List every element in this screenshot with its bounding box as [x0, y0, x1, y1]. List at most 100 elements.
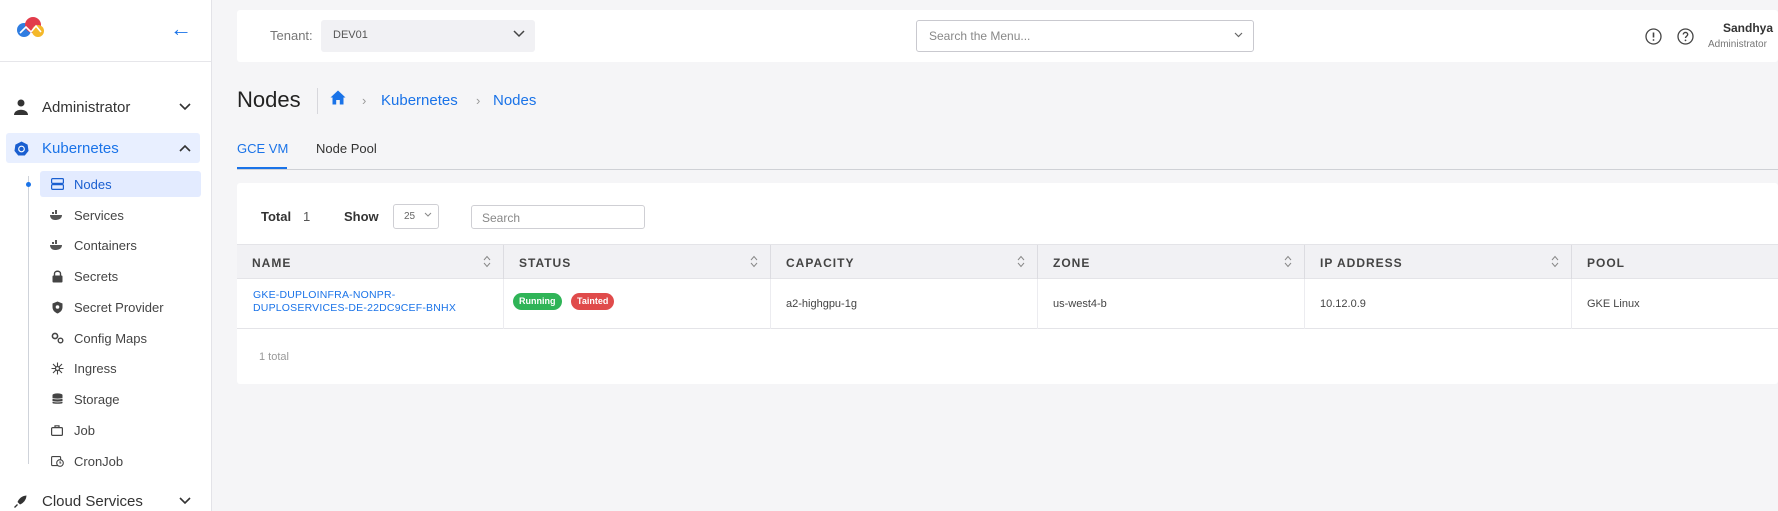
sidebar-item-label: CronJob [74, 453, 124, 469]
capacity-value: a2-highgpu-1g [786, 298, 857, 310]
sidebar-item-services[interactable]: Services [40, 202, 201, 228]
sidebar: ← Administrator Kubernetes Nodes Service… [0, 0, 212, 511]
cell-zone: us-west4-b [1038, 279, 1305, 329]
column-header-ip-address[interactable]: IP ADDRESS [1305, 245, 1572, 280]
column-header-name[interactable]: NAME [237, 245, 504, 280]
column-label: CAPACITY [786, 256, 855, 270]
sidebar-item-storage[interactable]: Storage [40, 386, 201, 412]
tabs-divider [237, 169, 1778, 170]
chevron-down-icon [1234, 32, 1243, 38]
cell-capacity: a2-highgpu-1g [771, 279, 1038, 329]
sort-icon[interactable] [483, 255, 491, 268]
column-label: POOL [1587, 256, 1626, 270]
tenant-value: DEV01 [333, 29, 368, 41]
user-name[interactable]: Sandhya [1723, 21, 1773, 35]
zone-value: us-west4-b [1053, 298, 1107, 310]
node-name-link[interactable]: GKE-DUPLOINFRA-NONPR-DUPLOSERVICES-DE-22… [253, 289, 483, 315]
title-divider [317, 88, 318, 114]
sidebar-item-cloud-services[interactable]: Cloud Services [6, 486, 200, 511]
sort-icon[interactable] [1551, 255, 1559, 268]
calendar-clock-icon [40, 455, 64, 467]
show-label: Show [344, 209, 379, 224]
rocket-icon [6, 495, 34, 508]
page-size-value: 25 [404, 211, 416, 222]
tenant-select[interactable]: DEV01 [321, 20, 535, 52]
breadcrumb-separator-icon: › [476, 93, 481, 108]
sidebar-item-label: Containers [74, 237, 137, 253]
breadcrumb-separator-icon: › [362, 93, 367, 108]
cell-pool: GKE Linux [1572, 279, 1778, 329]
sidebar-item-ingress[interactable]: Ingress [40, 355, 201, 381]
status-badge-tainted[interactable]: Tainted [571, 293, 615, 310]
page-title: Nodes [237, 87, 301, 112]
table-header: NAME STATUS CAPACITY ZONE IP ADDRESS POO… [237, 244, 1778, 280]
total-value: 1 [303, 209, 311, 224]
sidebar-item-secret-provider[interactable]: Secret Provider [40, 294, 201, 320]
table-row: GKE-DUPLOINFRA-NONPR-DUPLOSERVICES-DE-22… [237, 279, 1778, 329]
shield-icon [40, 301, 64, 314]
sidebar-item-label: Administrator [42, 98, 131, 116]
sidebar-item-kubernetes[interactable]: Kubernetes [6, 133, 200, 163]
cell-name: GKE-DUPLOINFRA-NONPR-DUPLOSERVICES-DE-22… [237, 279, 504, 329]
column-header-capacity[interactable]: CAPACITY [771, 245, 1038, 280]
sidebar-item-secrets[interactable]: Secrets [40, 263, 201, 289]
sort-icon[interactable] [1284, 255, 1292, 268]
sidebar-item-label: Storage [74, 391, 120, 407]
chevron-down-icon [170, 103, 200, 111]
column-header-pool[interactable]: POOL [1572, 245, 1778, 280]
sidebar-item-cronjob[interactable]: CronJob [40, 448, 201, 474]
table-footer-total: 1 total [259, 351, 289, 363]
column-label: ZONE [1053, 256, 1091, 270]
table-search[interactable] [471, 205, 645, 229]
table-search-input[interactable] [482, 211, 632, 225]
tab-node-pool[interactable]: Node Pool [316, 141, 377, 156]
tab-gce-vm[interactable]: GCE VM [237, 141, 288, 156]
active-tab-indicator [237, 167, 287, 169]
tenant-label: Tenant: [270, 28, 313, 43]
sort-icon[interactable] [750, 255, 758, 268]
page-size-select[interactable]: 25 [393, 204, 439, 229]
ip-address-value: 10.12.0.9 [1320, 298, 1366, 310]
sidebar-item-job[interactable]: Job [40, 417, 201, 443]
alert-icon[interactable] [1645, 28, 1662, 45]
total-label: Total [261, 209, 292, 224]
network-icon [40, 362, 64, 375]
cell-status: Running Tainted [504, 279, 771, 329]
cell-ip-address: 10.12.0.9 [1305, 279, 1572, 329]
collapse-sidebar-icon[interactable]: ← [170, 17, 192, 41]
sidebar-item-nodes[interactable]: Nodes [40, 171, 201, 197]
sidebar-item-label: Cloud Services [42, 492, 143, 510]
chevron-down-icon [424, 212, 432, 217]
sidebar-header: ← [0, 0, 211, 62]
sidebar-item-administrator[interactable]: Administrator [6, 92, 200, 122]
column-header-status[interactable]: STATUS [504, 245, 771, 280]
chevron-down-icon [170, 497, 200, 505]
active-indicator [26, 182, 31, 187]
sidebar-item-label: Job [74, 422, 95, 438]
breadcrumb-nodes[interactable]: Nodes [493, 92, 536, 109]
menu-search-input[interactable] [929, 29, 1219, 43]
sort-icon[interactable] [1017, 255, 1025, 268]
chevron-down-icon [513, 30, 525, 38]
server-icon [40, 178, 64, 190]
logo-icon [17, 17, 44, 37]
breadcrumb-kubernetes[interactable]: Kubernetes [381, 92, 458, 109]
sidebar-item-label: Config Maps [74, 330, 147, 346]
sidebar-item-label: Ingress [74, 360, 117, 376]
sidebar-item-label: Secrets [74, 268, 119, 284]
sidebar-item-config-maps[interactable]: Config Maps [40, 325, 201, 351]
pool-value: GKE Linux [1587, 298, 1640, 310]
help-icon[interactable] [1677, 28, 1694, 45]
sidebar-item-containers[interactable]: Containers [40, 232, 201, 258]
docker-icon [40, 210, 64, 220]
briefcase-icon [40, 424, 64, 436]
menu-search[interactable] [916, 20, 1254, 52]
lock-icon [40, 270, 64, 283]
sidebar-item-label: Services [74, 207, 124, 223]
nodes-table-card: Total 1 Show 25 NAME STATUS CAPACITY ZON… [237, 183, 1778, 384]
home-icon[interactable] [330, 90, 346, 105]
column-header-zone[interactable]: ZONE [1038, 245, 1305, 280]
sidebar-item-label: Nodes [74, 176, 112, 192]
column-label: STATUS [519, 256, 572, 270]
status-badge-running: Running [513, 293, 562, 310]
